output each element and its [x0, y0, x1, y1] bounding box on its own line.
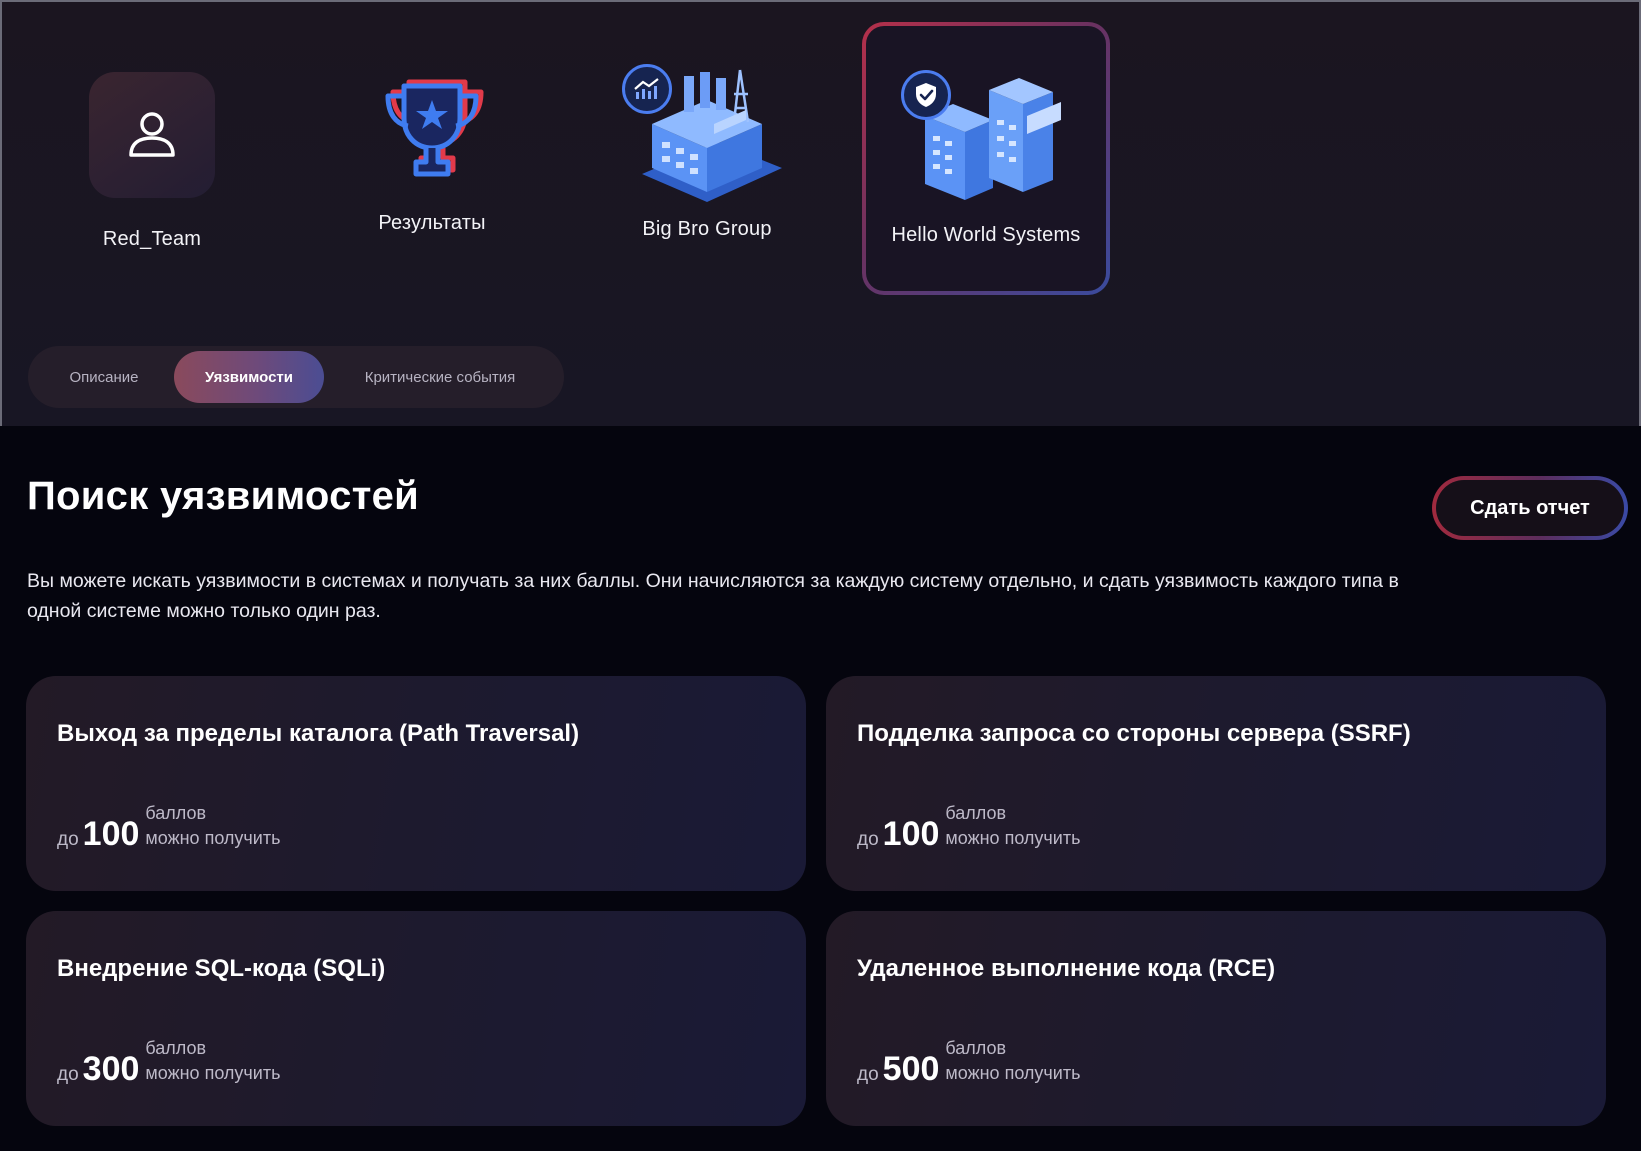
score-caption-group: баллов можно получить [945, 1036, 1080, 1086]
vulnerability-card[interactable]: Подделка запроса со стороны сервера (SSR… [826, 676, 1606, 891]
score-caption: можно получить [945, 1063, 1081, 1083]
score-prefix: до [57, 829, 79, 850]
tab-vulnerabilities[interactable]: Уязвимости [174, 351, 324, 403]
system-label: Big Bro Group [642, 218, 772, 240]
vulnerability-card[interactable]: Внедрение SQL-кода (SQLi) до 300 баллов … [26, 911, 806, 1126]
card-title: Подделка запроса со стороны сервера (SSR… [857, 720, 1411, 747]
results-label: Результаты [378, 212, 486, 234]
intro-text: Вы можете искать уязвимости в системах и… [27, 570, 1399, 622]
card-score: до 100 баллов можно получить [857, 801, 1081, 851]
section-tabs: Описание Уязвимости Критические события [28, 346, 564, 408]
score-value: 100 [82, 815, 140, 853]
score-value: 100 [882, 815, 940, 853]
card-score: до 100 баллов можно получить [57, 801, 281, 851]
vulnerability-card[interactable]: Выход за пределы каталога (Path Traversa… [26, 676, 806, 891]
score-unit: баллов [145, 803, 207, 823]
vulnerability-card[interactable]: Удаленное выполнение кода (RCE) до 500 б… [826, 911, 1606, 1126]
score-caption-group: баллов можно получить [945, 801, 1080, 851]
nav-item-results[interactable]: Результаты [327, 74, 537, 235]
card-title: Внедрение SQL-кода (SQLi) [57, 955, 386, 982]
card-score: до 500 баллов можно получить [857, 1036, 1081, 1086]
card-score: до 300 баллов можно получить [57, 1036, 281, 1086]
page-title: Поиск уязвимостей [27, 474, 420, 518]
score-unit: баллов [945, 803, 1007, 823]
trophy-icon [385, 79, 484, 177]
card-title: Удаленное выполнение кода (RCE) [857, 955, 1276, 982]
score-caption: можно получить [145, 828, 281, 848]
hello-world-building-illustration [901, 70, 1071, 214]
chart-badge-icon [622, 64, 672, 114]
score-value: 500 [882, 1050, 940, 1088]
score-prefix: до [57, 1064, 79, 1085]
score-prefix: до [857, 829, 879, 850]
score-unit: баллов [945, 1038, 1007, 1058]
team-avatar-tile [89, 72, 215, 198]
submit-report-button[interactable]: Сдать отчет [1432, 476, 1628, 540]
system-label: Hello World Systems [891, 224, 1081, 246]
card-title: Выход за пределы каталога (Path Traversa… [57, 720, 580, 747]
user-icon [129, 112, 175, 157]
tab-description[interactable]: Описание [34, 351, 174, 403]
score-caption: можно получить [945, 828, 1081, 848]
big-bro-building-illustration [622, 64, 792, 208]
top-navigation-band: Red_Team Результаты Big Bro Group Hello … [0, 0, 1641, 426]
nav-item-big-bro-group[interactable]: Big Bro Group [602, 64, 812, 241]
score-caption-group: баллов можно получить [145, 1036, 280, 1086]
score-value: 300 [82, 1050, 140, 1088]
shield-check-badge-icon [901, 70, 951, 120]
score-unit: баллов [145, 1038, 207, 1058]
score-caption-group: баллов можно получить [145, 801, 280, 851]
tab-critical-events[interactable]: Критические события [324, 351, 556, 403]
nav-item-hello-world-systems[interactable]: Hello World Systems [862, 22, 1110, 295]
team-name: Red_Team [102, 228, 202, 250]
score-prefix: до [857, 1064, 879, 1085]
nav-item-team[interactable]: Red_Team [57, 72, 247, 251]
score-caption: можно получить [145, 1063, 281, 1083]
